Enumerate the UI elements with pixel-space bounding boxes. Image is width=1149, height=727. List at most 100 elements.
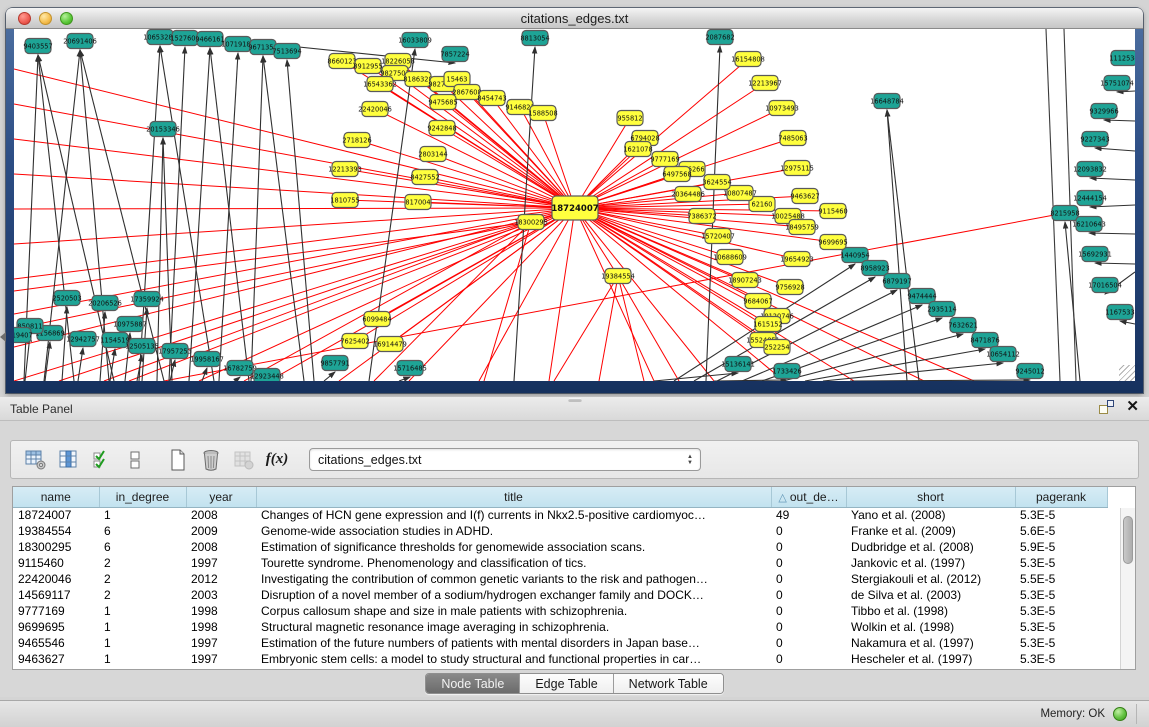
- import-table-button[interactable]: [229, 446, 259, 474]
- table-cell[interactable]: 0: [771, 539, 846, 555]
- table-cell[interactable]: 5.3E-5: [1015, 603, 1107, 619]
- splitter-handle[interactable]: [568, 398, 582, 402]
- column-header-in_degree[interactable]: in_degree: [99, 487, 186, 507]
- column-header-out_de[interactable]: △out_de…: [771, 487, 846, 507]
- graph-node[interactable]: 6099484: [362, 312, 391, 327]
- table-cell[interactable]: 1: [99, 651, 186, 667]
- graph-node[interactable]: 955812: [617, 111, 643, 126]
- table-cell[interactable]: 2: [99, 571, 186, 587]
- graph-node[interactable]: 15692931: [1078, 247, 1112, 262]
- scrollbar-thumb[interactable]: [1123, 516, 1133, 564]
- graph-node[interactable]: 22420046: [358, 102, 392, 117]
- table-row[interactable]: 977716911998Corpus callosum shape and si…: [13, 603, 1107, 619]
- select-all-button[interactable]: [87, 446, 117, 474]
- graph-node[interactable]: 15720407: [701, 229, 735, 244]
- graph-node[interactable]: 2803144: [418, 147, 447, 162]
- graph-node[interactable]: 9684067: [743, 294, 772, 309]
- graph-node[interactable]: 17957253: [158, 344, 192, 359]
- graph-node[interactable]: 18495759: [785, 220, 819, 235]
- tab-network-table[interactable]: Network Table: [614, 674, 723, 693]
- table-cell[interactable]: Wolkin et al. (1998): [846, 619, 1015, 635]
- graph-node[interactable]: 6879197: [882, 274, 911, 289]
- table-row[interactable]: 969969511998Structural magnetic resonanc…: [13, 619, 1107, 635]
- table-cell[interactable]: 1998: [186, 619, 256, 635]
- graph-node[interactable]: 8660123: [327, 54, 356, 69]
- table-cell[interactable]: Genome-wide association studies in ADHD.: [256, 523, 771, 539]
- graph-node[interactable]: 17359924: [130, 292, 164, 307]
- graph-node[interactable]: 8427552: [410, 170, 439, 185]
- table-mode-button[interactable]: [21, 446, 51, 474]
- graph-node[interactable]: 20206526: [88, 296, 122, 311]
- graph-node[interactable]: 9242848: [427, 121, 456, 136]
- graph-node[interactable]: 9115460: [818, 204, 847, 219]
- graph-node[interactable]: 3624554: [702, 175, 731, 190]
- table-cell[interactable]: 1997: [186, 555, 256, 571]
- table-cell[interactable]: 1997: [186, 651, 256, 667]
- table-cell[interactable]: 2008: [186, 539, 256, 555]
- graph-node[interactable]: 12923448: [250, 369, 284, 382]
- table-cell[interactable]: Corpus callosum shape and size in male p…: [256, 603, 771, 619]
- graph-node[interactable]: 9403557: [23, 39, 52, 54]
- float-panel-button[interactable]: [1099, 400, 1114, 414]
- table-cell[interactable]: Structural magnetic resonance image aver…: [256, 619, 771, 635]
- table-row[interactable]: 2242004622012Investigating the contribut…: [13, 571, 1107, 587]
- graph-node[interactable]: 7513694: [272, 44, 301, 59]
- graph-node[interactable]: 19958167: [190, 352, 224, 367]
- graph-node[interactable]: 20691406: [63, 34, 97, 49]
- table-row[interactable]: 946554611997Estimation of the future num…: [13, 635, 1107, 651]
- graph-node[interactable]: 16543362: [363, 77, 397, 92]
- graph-node[interactable]: 18907243: [728, 273, 762, 288]
- graph-node[interactable]: 15136141: [721, 357, 755, 372]
- graph-node[interactable]: 2718126: [342, 133, 371, 148]
- graph-node[interactable]: 9463627: [790, 189, 819, 204]
- graph-node[interactable]: 1810755: [330, 193, 359, 208]
- panel-collapse-arrow-icon[interactable]: [0, 332, 6, 342]
- graph-node[interactable]: 15751074: [1100, 76, 1134, 91]
- graph-node[interactable]: 20364486: [671, 187, 705, 202]
- graph-node[interactable]: 1112534: [1109, 51, 1135, 66]
- table-cell[interactable]: 9777169: [13, 603, 99, 619]
- graph-node[interactable]: 9699695: [818, 235, 847, 250]
- table-cell[interactable]: Dudbridge et al. (2008): [846, 539, 1015, 555]
- table-cell[interactable]: 5.3E-5: [1015, 651, 1107, 667]
- graph-node[interactable]: 7485063: [778, 131, 807, 146]
- resize-grip-icon[interactable]: [1119, 365, 1135, 381]
- graph-node[interactable]: 1733426: [772, 364, 801, 379]
- column-header-title[interactable]: title: [256, 487, 771, 507]
- table-cell[interactable]: 1998: [186, 603, 256, 619]
- graph-node[interactable]: 10688609: [713, 250, 747, 265]
- network-window-titlebar[interactable]: citations_edges.txt: [6, 8, 1143, 29]
- table-cell[interactable]: Investigating the contribution of common…: [256, 571, 771, 587]
- table-cell[interactable]: 5.3E-5: [1015, 555, 1107, 571]
- table-cell[interactable]: 19384554: [13, 523, 99, 539]
- table-cell[interactable]: Estimation of significance thresholds fo…: [256, 539, 771, 555]
- graph-node[interactable]: 6497568: [662, 167, 691, 182]
- table-cell[interactable]: 18724007: [13, 507, 99, 523]
- table-cell[interactable]: 5.5E-5: [1015, 571, 1107, 587]
- graph-node[interactable]: 16154808: [731, 52, 765, 67]
- table-cell[interactable]: 2012: [186, 571, 256, 587]
- graph-node[interactable]: 10975887: [113, 317, 147, 332]
- graph-hub-node[interactable]: 18724007: [551, 196, 598, 220]
- table-cell[interactable]: 0: [771, 603, 846, 619]
- column-header-year[interactable]: year: [186, 487, 256, 507]
- table-cell[interactable]: 1: [99, 603, 186, 619]
- tab-node-table[interactable]: Node Table: [426, 674, 520, 693]
- graph-node[interactable]: 2935114: [927, 302, 956, 317]
- table-cell[interactable]: 0: [771, 555, 846, 571]
- function-builder-button[interactable]: f(x): [262, 446, 292, 474]
- graph-node[interactable]: 12975115: [780, 161, 814, 176]
- table-cell[interactable]: Tourette syndrome. Phenomenology and cla…: [256, 555, 771, 571]
- graph-node[interactable]: 19654923: [780, 252, 814, 267]
- table-cell[interactable]: 1: [99, 635, 186, 651]
- graph-node[interactable]: 9227343: [1080, 132, 1109, 147]
- graph-node[interactable]: 9245012: [1015, 364, 1044, 379]
- table-cell[interactable]: Embryonic stem cells: a model to study s…: [256, 651, 771, 667]
- table-cell[interactable]: 6: [99, 523, 186, 539]
- table-cell[interactable]: 5.3E-5: [1015, 507, 1107, 523]
- table-cell[interactable]: 22420046: [13, 571, 99, 587]
- table-cell[interactable]: 2003: [186, 587, 256, 603]
- graph-node[interactable]: 8912955: [353, 59, 382, 74]
- table-cell[interactable]: 9465546: [13, 635, 99, 651]
- table-row[interactable]: 1456911722003Disruption of a novel membe…: [13, 587, 1107, 603]
